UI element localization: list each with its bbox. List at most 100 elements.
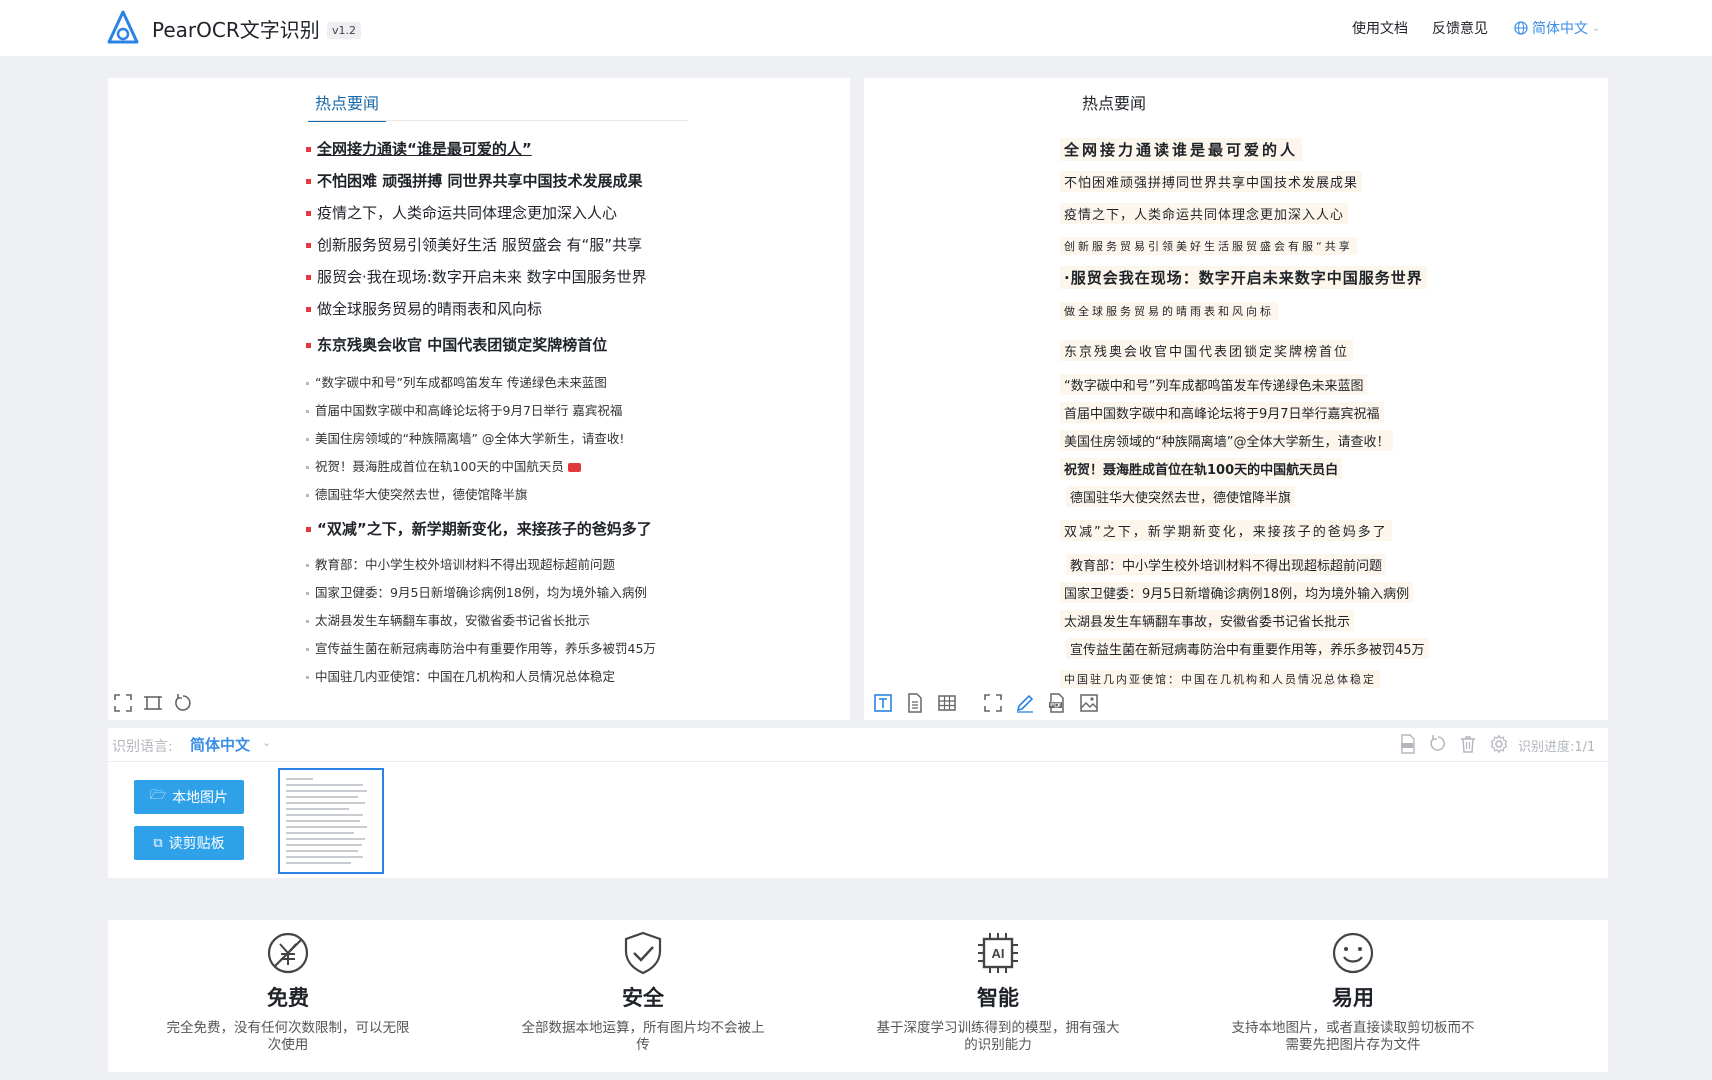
ocr-text-line[interactable]: 教育部：中小学生校外培训材料不得出现超标超前问题 — [1066, 554, 1387, 575]
ai-chip-icon: AI — [975, 930, 1021, 976]
ocr-text-line[interactable]: 宣传益生菌在新冠病毒防治中有重要作用等，养乐多被罚45万 — [1066, 638, 1429, 659]
thumb-text-line — [286, 808, 349, 810]
rotate-icon[interactable] — [172, 692, 194, 714]
thumb-text-line — [286, 832, 355, 834]
ocr-text-line[interactable]: 创新服务贸易引领美好生活服贸盛会有服“共享 — [1060, 237, 1357, 255]
features-section: 免费 完全免费，没有任何次数限制，可以无限次使用 安全 全部数据本地运算，所有图… — [108, 920, 1608, 1072]
feature-desc: 完全免费，没有任何次数限制，可以无限次使用 — [166, 1020, 410, 1053]
news-subitem: 宣传益生菌在新冠病毒防治中有重要作用等，养乐多被罚45万 — [306, 638, 656, 657]
news-headline: 服贸会·我在现场:数字开启未来 数字中国服务世界 — [306, 266, 647, 287]
feature-smart: AI 智能 基于深度学习训练得到的模型，拥有强大的识别能力 — [818, 920, 1178, 1054]
ocr-text-line[interactable]: 东京残奥会收官中国代表团锁定奖牌榜首位 — [1060, 340, 1354, 361]
image-preview-panel: 热点要闻 全网接力通读“谁是最可爱的人” 不怕困难 顽强拼搏 同世界共享中国技术… — [108, 78, 850, 720]
fullscreen-icon[interactable] — [112, 692, 134, 714]
thumb-text-line — [286, 814, 364, 816]
top-header: PearOCR文字识别 v1.2 使用文档 反馈意见 简体中文 ⌄ — [0, 0, 1712, 56]
chevron-down-icon: ⌄ — [1592, 22, 1601, 34]
pdf-export-icon[interactable] — [1046, 692, 1068, 714]
bullet-icon — [306, 466, 309, 469]
local-image-button[interactable]: 🗁 本地图片 — [134, 780, 244, 814]
thumb-text-line — [286, 820, 360, 822]
bullet-icon — [306, 564, 309, 567]
thumb-text-line — [286, 784, 363, 786]
version-badge: v1.2 — [327, 22, 362, 39]
ocr-text-line[interactable]: “数字碳中和号”列车成都鸣笛发车传递绿色未来蓝图 — [1060, 374, 1368, 395]
thumb-text-line — [286, 778, 313, 780]
app-title: PearOCR文字识别 — [152, 18, 320, 42]
table-icon[interactable] — [936, 692, 958, 714]
refresh-icon[interactable] — [1428, 734, 1448, 758]
news-subitem: 国家卫健委：9月5日新增确诊病例18例，均为境外输入病例 — [306, 582, 647, 601]
feature-title: 免费 — [267, 986, 309, 1010]
shield-check-icon — [620, 930, 666, 976]
ocr-text-line[interactable]: 太湖县发生车辆翻车事故，安徽省委书记省长批示 — [1060, 610, 1355, 631]
video-icon — [567, 463, 581, 472]
bullet-icon — [306, 275, 311, 280]
ocr-text-line[interactable]: 做全球服务贸易的晴雨表和风向标 — [1060, 302, 1278, 320]
ocr-text-line[interactable]: 全网接力通读谁是最可爱的人 — [1060, 138, 1303, 161]
ocr-text-line[interactable]: 首届中国数字碳中和高峰论坛将于9月7日举行嘉宾祝福 — [1060, 402, 1384, 423]
news-subitem: 太湖县发生车辆翻车事故，安徽省委书记省长批示 — [306, 610, 590, 629]
news-subitem: 祝贺！聂海胜成首位在轨100天的中国航天员 — [306, 456, 581, 475]
bullet-icon — [306, 211, 311, 216]
feature-desc: 基于深度学习训练得到的模型，拥有强大的识别能力 — [876, 1020, 1120, 1053]
ocr-text-line[interactable]: 双减”之下，新学期新变化，来接孩子的爸妈多了 — [1060, 520, 1392, 541]
thumb-text-line — [286, 838, 366, 840]
pdf-icon[interactable] — [1398, 734, 1418, 758]
read-clipboard-button[interactable]: ⧉ 读剪贴板 — [134, 826, 244, 860]
news-headline: 全网接力通读“谁是最可爱的人” — [306, 138, 532, 159]
ocr-text-line[interactable]: ·服贸会我在现场：数字开启未来数字中国服务世界 — [1060, 266, 1427, 289]
bullet-icon — [306, 179, 311, 184]
language-select[interactable]: 简体中文 ⌄ — [1514, 18, 1600, 38]
feature-free: 免费 完全免费，没有任何次数限制，可以无限次使用 — [108, 920, 468, 1054]
image-export-icon[interactable] — [1078, 692, 1100, 714]
ocr-text-line[interactable]: 国家卫健委：9月5日新增确诊病例18例，均为境外输入病例 — [1060, 582, 1414, 603]
ocr-text-line[interactable]: 不怕困难顽强拼搏同世界共享中国技术发展成果 — [1060, 171, 1363, 192]
fullscreen-icon[interactable] — [982, 692, 1004, 714]
crop-icon[interactable] — [142, 692, 164, 714]
edit-pencil-icon[interactable] — [1014, 692, 1036, 714]
chevron-down-icon[interactable]: ⌄ — [262, 736, 271, 749]
news-subitem: 德国驻华大使突然去世，德使馆降半旗 — [306, 484, 528, 503]
feature-title: 安全 — [622, 986, 664, 1010]
image-thumbnail[interactable] — [278, 768, 384, 874]
recognition-language-label: 识别语言: — [112, 739, 173, 755]
settings-gear-icon[interactable] — [1489, 734, 1509, 758]
delete-icon[interactable] — [1458, 734, 1478, 758]
news-headline: 创新服务贸易引领美好生活 服贸盛会 有“服”共享 — [306, 234, 642, 255]
language-select-value: 简体中文 — [1532, 21, 1588, 37]
recognition-progress: 识别进度:1/1 — [1518, 740, 1596, 755]
text-select-icon[interactable] — [872, 692, 894, 714]
nav-docs-link[interactable]: 使用文档 — [1352, 18, 1408, 38]
thumb-text-line — [286, 826, 367, 828]
news-subitem: “数字碳中和号”列车成都鸣笛发车 传递绿色未来蓝图 — [306, 372, 607, 391]
bullet-icon — [306, 648, 309, 651]
ocr-result-title[interactable]: 热点要闻 — [1082, 90, 1146, 114]
thumb-text-line — [286, 856, 364, 858]
ocr-text-line[interactable]: 中国驻几内亚使馆：中国在几机构和人员情况总体稳定 — [1060, 670, 1380, 688]
ocr-text-line[interactable]: 美国住房领域的“种族隔离墙”@全体大学新生，请查收！ — [1060, 430, 1394, 451]
news-subitem: 首届中国数字碳中和高峰论坛将于9月7日举行 嘉宾祝福 — [306, 400, 622, 419]
recognition-language-select[interactable]: 简体中文 — [190, 734, 250, 755]
nav-feedback-link[interactable]: 反馈意见 — [1432, 18, 1488, 38]
thumb-text-line — [286, 862, 351, 864]
ai-chip-label: AI — [992, 946, 1005, 961]
ocr-text-line[interactable]: 祝贺！聂海胜成首位在轨100天的中国航天员白 — [1060, 458, 1343, 479]
news-headline: 不怕困难 顽强拼搏 同世界共享中国技术发展成果 — [306, 170, 642, 191]
document-icon[interactable] — [904, 692, 926, 714]
ocr-text-line[interactable]: 德国驻华大使突然去世，德使馆降半旗 — [1066, 486, 1296, 507]
globe-icon — [1514, 21, 1528, 35]
news-subitem: 美国住房领域的“种族隔离墙” @全体大学新生，请查收! — [306, 428, 624, 447]
read-clipboard-button-label: 读剪贴板 — [168, 836, 225, 852]
ocr-text-line[interactable]: 疫情之下，人类命运共同体理念更加深入人心 — [1060, 203, 1349, 224]
bullet-icon — [306, 592, 309, 595]
pearocr-logo[interactable] — [106, 10, 140, 46]
tray-divider — [108, 761, 1608, 762]
thumb-text-line — [286, 796, 358, 798]
local-image-button-label: 本地图片 — [172, 790, 229, 806]
feature-easy: 易用 支持本地图片，或者直接读取剪切板而不需要先把图片存为文件 — [1173, 920, 1533, 1054]
news-subitem: 教育部：中小学生校外培训材料不得出现超标超前问题 — [306, 554, 615, 573]
thumb-text-line — [286, 850, 358, 852]
feature-desc: 全部数据本地运算，所有图片均不会被上传 — [521, 1020, 765, 1053]
bullet-icon — [306, 382, 309, 385]
